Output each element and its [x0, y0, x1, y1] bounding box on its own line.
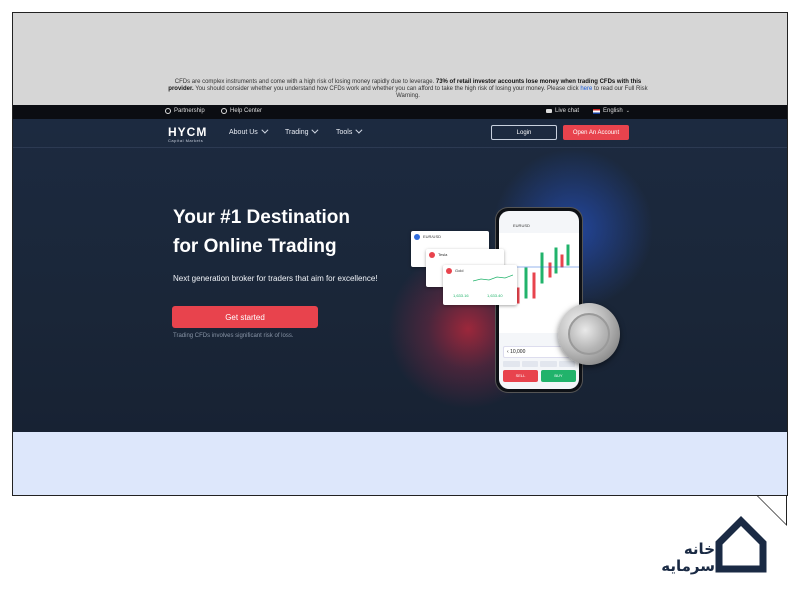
top-gray-area: CFDs are complex instruments and come wi… — [13, 13, 787, 105]
chevron-down-icon — [311, 126, 319, 134]
risk-warning-link[interactable]: here — [580, 86, 592, 92]
light-blue-section — [13, 432, 787, 495]
gold-sparkline-icon — [473, 274, 513, 282]
phone-symbol: EURUSD — [513, 223, 530, 228]
chevron-down-icon — [355, 126, 363, 134]
uk-flag-icon — [593, 108, 600, 114]
browser-frame: CFDs are complex instruments and come wi… — [12, 12, 788, 496]
risk-warning: CFDs are complex instruments and come wi… — [168, 79, 648, 99]
quick-amount-pills — [503, 361, 575, 367]
get-started-button[interactable]: Get started — [172, 306, 318, 328]
risk-disclaimer: Trading CFDs involves significant risk o… — [173, 333, 294, 339]
hero-headline: Your #1 Destination for Online Trading — [173, 207, 351, 257]
house-logo-icon — [715, 516, 767, 573]
chevron-down-icon — [261, 126, 269, 134]
watermark-logo: خانه سرمایه — [655, 515, 775, 585]
chat-icon — [546, 109, 552, 113]
utility-bar: Partnership Help Center Live chat Englis… — [13, 105, 787, 119]
sell-button[interactable]: SELL — [503, 370, 538, 382]
help-center-link[interactable]: Help Center — [221, 108, 262, 114]
card-gold: Gold 1,633.16 1,633.40 — [443, 265, 517, 305]
nav-tools[interactable]: Tools — [336, 126, 363, 136]
language-selector[interactable]: English ⌄ — [593, 108, 630, 114]
gold-icon — [446, 268, 452, 274]
partnership-link[interactable]: Partnership — [165, 108, 205, 114]
live-chat-link[interactable]: Live chat — [546, 108, 579, 114]
eu-flag-icon — [414, 234, 420, 240]
hero-section: HYCM Capital Markets About Us Trading To… — [13, 119, 787, 432]
partnership-icon — [165, 108, 171, 114]
chevron-down-icon: ⌄ — [625, 108, 630, 114]
silver-coin-illustration — [558, 303, 620, 365]
hero-subline: Next generation broker for traders that … — [173, 274, 378, 283]
open-account-button[interactable]: Open An Account — [563, 125, 629, 140]
help-icon — [221, 108, 227, 114]
tesla-logo-icon — [429, 252, 435, 258]
nav-about-us[interactable]: About Us — [229, 126, 269, 136]
login-button[interactable]: Login — [491, 125, 557, 140]
hycm-logo[interactable]: HYCM Capital Markets — [168, 125, 207, 143]
main-nav: HYCM Capital Markets About Us Trading To… — [13, 119, 787, 148]
buy-button[interactable]: BUY — [541, 370, 576, 382]
nav-trading[interactable]: Trading — [285, 126, 319, 136]
